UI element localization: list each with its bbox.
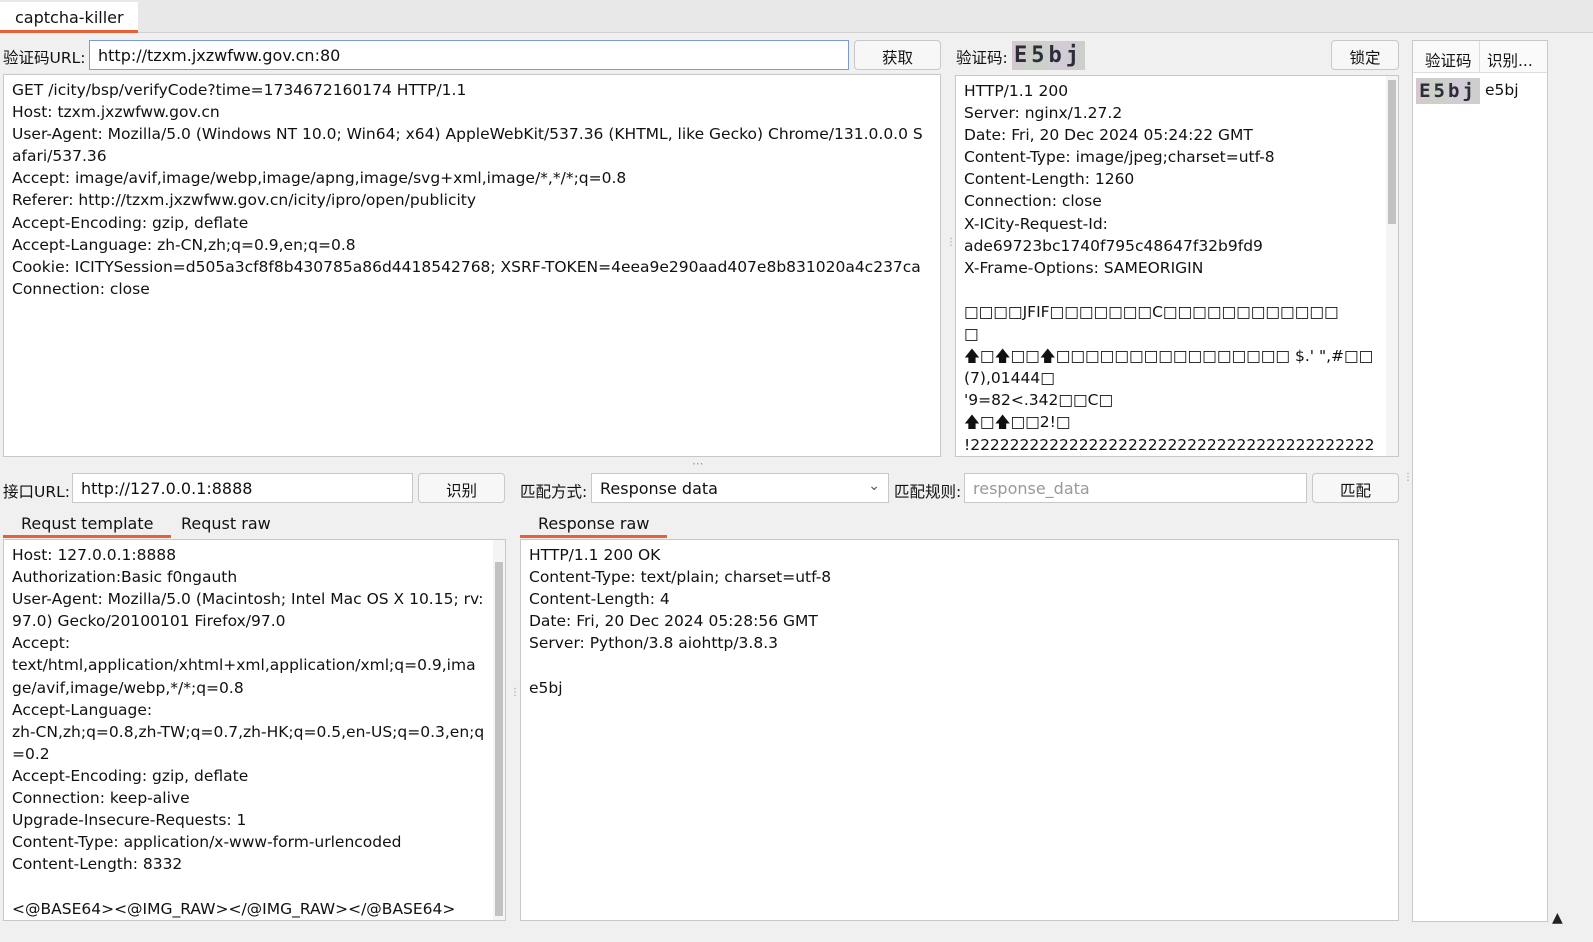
request-template-editor[interactable]: Host: 127.0.0.1:8888 Authorization:Basic…: [3, 539, 506, 921]
captcha-request-editor[interactable]: GET /icity/bsp/verifyCode?time=173467216…: [3, 74, 941, 457]
response-scrollbar-thumb[interactable]: [1388, 80, 1396, 224]
history-row[interactable]: E5bj e5bj: [1413, 75, 1547, 105]
captcha-response-viewer[interactable]: HTTP/1.1 200 Server: nginx/1.27.2 Date: …: [955, 75, 1399, 457]
match-rule-label: 匹配规则:: [894, 483, 962, 501]
right-splitter-grip[interactable]: ⋮: [1403, 473, 1413, 483]
history-col-result[interactable]: 识别...: [1487, 49, 1533, 71]
captcha-url-input[interactable]: http://tzxm.jxzwfww.gov.cn:80: [89, 40, 849, 70]
tab-request-template[interactable]: Requst template: [3, 510, 172, 538]
api-url-label: 接口URL:: [3, 483, 70, 501]
history-panel: 验证码 识别... E5bj e5bj: [1412, 40, 1548, 922]
history-result-text: e5bj: [1485, 81, 1519, 99]
captcha-request-text[interactable]: GET /icity/bsp/verifyCode?time=173467216…: [4, 75, 940, 304]
horizontal-splitter-grip[interactable]: ···: [692, 458, 703, 470]
captcha-preview-label: 验证码:: [956, 49, 1008, 67]
warning-icon: ▲: [1552, 910, 1563, 926]
bottom-splitter-grip[interactable]: ⋮: [510, 688, 520, 698]
match-response-text: HTTP/1.1 200 OK Content-Type: text/plain…: [529, 546, 832, 697]
app-tab-bar: [0, 0, 1593, 33]
tab-response-raw[interactable]: Response raw: [520, 510, 668, 538]
captcha-response-text: HTTP/1.1 200 Server: nginx/1.27.2 Date: …: [964, 82, 1375, 454]
captcha-url-label: 验证码URL:: [3, 49, 86, 67]
app-tab-captcha-killer[interactable]: captcha-killer: [0, 2, 138, 33]
template-scrollbar[interactable]: [493, 540, 505, 920]
history-captcha-image: E5bj: [1416, 78, 1480, 104]
captcha-image: E5bj: [1012, 41, 1085, 70]
recognize-button[interactable]: 识别: [418, 473, 505, 503]
match-mode-label: 匹配方式:: [520, 483, 588, 501]
template-scrollbar-thumb[interactable]: [495, 562, 503, 916]
chevron-down-icon[interactable]: ⌄: [868, 478, 880, 494]
history-col-divider: [1479, 41, 1480, 73]
history-header: 验证码 识别...: [1413, 41, 1547, 73]
match-mode-value: Response data: [600, 479, 718, 498]
api-url-input[interactable]: http://127.0.0.1:8888: [72, 473, 413, 503]
response-scrollbar[interactable]: [1386, 76, 1398, 456]
fetch-button[interactable]: 获取: [854, 40, 941, 70]
match-response-viewer[interactable]: HTTP/1.1 200 OK Content-Type: text/plain…: [520, 539, 1399, 921]
lock-button[interactable]: 锁定: [1331, 40, 1399, 70]
tab-request-raw[interactable]: Requst raw: [163, 510, 289, 538]
request-template-text[interactable]: Host: 127.0.0.1:8888 Authorization:Basic…: [4, 540, 505, 920]
history-col-captcha[interactable]: 验证码: [1425, 49, 1472, 71]
match-rule-input[interactable]: response_data: [964, 473, 1307, 503]
match-mode-select[interactable]: Response data ⌄: [591, 473, 889, 503]
match-button[interactable]: 匹配: [1312, 473, 1399, 503]
